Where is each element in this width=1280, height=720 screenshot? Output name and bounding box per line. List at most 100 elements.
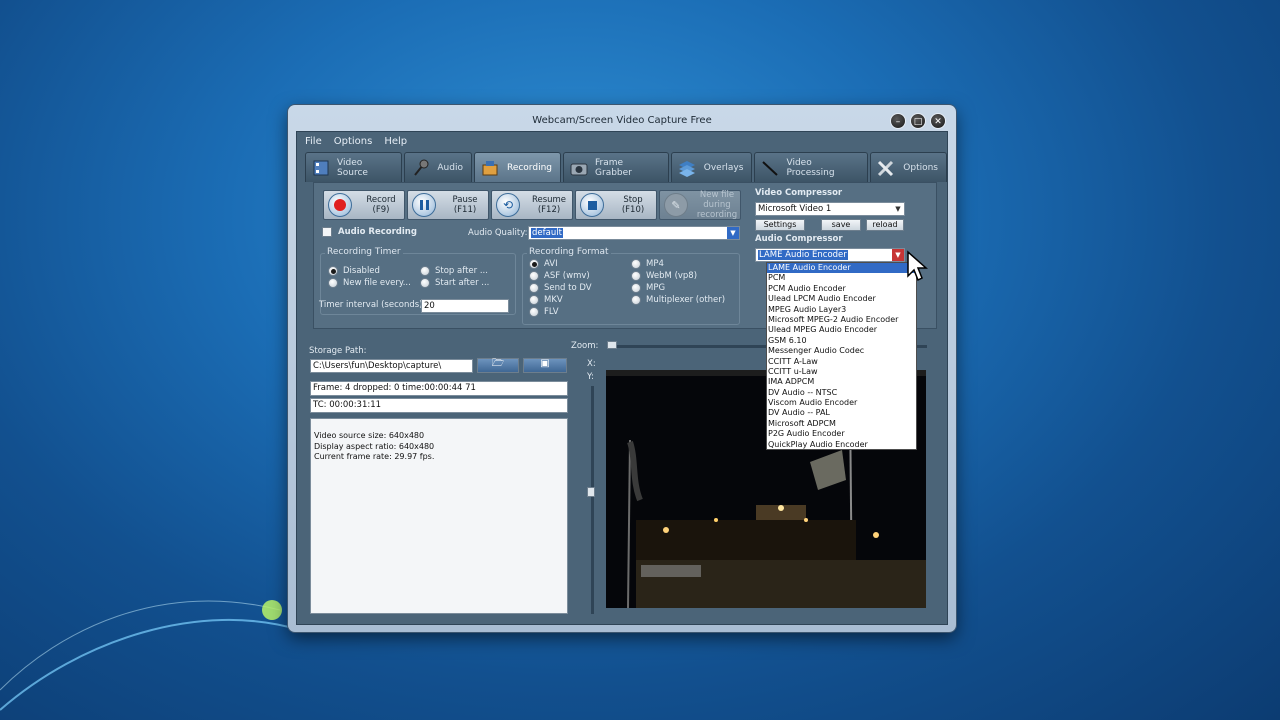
new-file-button[interactable]: ✎ New file during recording: [659, 190, 741, 220]
tab-frame-grabber[interactable]: Frame Grabber: [562, 152, 669, 182]
dropdown-option[interactable]: MPEG Audio Layer3: [767, 305, 916, 315]
maximize-icon[interactable]: □: [910, 113, 926, 129]
record-icon: [328, 193, 352, 217]
browse-folder-button[interactable]: 🗁: [477, 358, 519, 373]
info-line: Video source size: 640x480: [314, 431, 425, 440]
audio-quality-select[interactable]: default ▼: [528, 226, 740, 240]
new-file-label: New file during: [699, 190, 735, 210]
stop-icon: [580, 193, 604, 217]
resume-icon: ⟲: [496, 193, 520, 217]
chevron-down-icon[interactable]: ▼: [892, 203, 904, 215]
camera-icon: [568, 157, 589, 179]
stop-shortcut: (F10): [621, 205, 645, 215]
dropdown-option[interactable]: Microsoft MPEG-2 Audio Encoder: [767, 315, 916, 325]
compressor-settings-button[interactable]: Settings: [755, 219, 805, 231]
x-label: X:: [587, 359, 596, 369]
resume-button[interactable]: ⟲ Resume (F12): [491, 190, 573, 220]
radio-label: Multiplexer (other): [646, 295, 726, 305]
vertical-slider-handle[interactable]: [587, 487, 595, 497]
audio-compressor-select[interactable]: LAME Audio Encoder ▼: [755, 248, 905, 262]
tab-overlays[interactable]: Overlays: [670, 152, 753, 182]
dropdown-option[interactable]: P2G Audio Encoder: [767, 429, 916, 439]
tab-label: Video Processing: [786, 157, 835, 178]
pause-shortcut: (F11): [453, 205, 477, 215]
new-file-sublabel: recording: [696, 210, 738, 220]
format-multiplexer-radio[interactable]: Multiplexer (other): [631, 295, 725, 305]
close-icon[interactable]: ✕: [930, 113, 946, 129]
compressor-save-button[interactable]: save: [821, 219, 861, 231]
dropdown-option[interactable]: PCM: [767, 273, 916, 283]
timer-stop-after-radio[interactable]: Stop after ...: [420, 266, 488, 276]
timer-interval-label: Timer interval (seconds) :: [319, 300, 429, 310]
format-asf-radio[interactable]: ASF (wmv): [529, 271, 590, 281]
vertical-slider-track[interactable]: [591, 386, 594, 614]
chevron-down-icon[interactable]: ▼: [892, 249, 904, 261]
zoom-label: Zoom:: [571, 341, 599, 351]
tab-label: Recording: [506, 162, 552, 173]
tab-video-processing[interactable]: Video Processing: [754, 152, 869, 182]
dropdown-option[interactable]: Messenger Audio Codec: [767, 346, 916, 356]
open-folder-button[interactable]: ▣: [523, 358, 567, 373]
format-dv-radio[interactable]: Send to DV: [529, 283, 592, 293]
frame-status-field: Frame: 4 dropped: 0 time:00:00:44 71: [310, 381, 568, 396]
record-shortcut: (F9): [372, 205, 390, 215]
menu-help[interactable]: Help: [384, 136, 407, 150]
tab-audio[interactable]: Audio: [404, 152, 472, 182]
stop-button[interactable]: Stop (F10): [575, 190, 657, 220]
format-avi-radio[interactable]: AVI: [529, 259, 558, 269]
zoom-slider-handle[interactable]: [607, 341, 617, 349]
radio-label: WebM (vp8): [646, 271, 698, 281]
pause-button[interactable]: Pause (F11): [407, 190, 489, 220]
stop-label: Stop: [623, 195, 643, 205]
audio-recording-checkbox[interactable]: [322, 227, 332, 237]
dropdown-option[interactable]: PCM Audio Encoder: [767, 284, 916, 294]
radio-label: Disabled: [343, 266, 380, 276]
dropdown-option[interactable]: DV Audio -- PAL: [767, 408, 916, 418]
video-compressor-select[interactable]: Microsoft Video 1 ▼: [755, 202, 905, 216]
minimize-icon[interactable]: –: [890, 113, 906, 129]
dropdown-option[interactable]: GSM 6.10: [767, 336, 916, 346]
tools-icon: [875, 157, 897, 179]
dropdown-option[interactable]: CCITT A-Law: [767, 357, 916, 367]
timer-new-file-radio[interactable]: New file every...: [328, 278, 411, 288]
wand-icon: [759, 157, 780, 179]
format-mpg-radio[interactable]: MPG: [631, 283, 665, 293]
dropdown-option[interactable]: DV Audio -- NTSC: [767, 388, 916, 398]
info-line: Display aspect ratio: 640x480: [314, 441, 435, 451]
dropdown-option[interactable]: Ulead LPCM Audio Encoder: [767, 294, 916, 304]
format-flv-radio[interactable]: FLV: [529, 307, 559, 317]
chevron-down-icon[interactable]: ▼: [727, 227, 739, 239]
audio-quality-label: Audio Quality:: [468, 228, 528, 238]
format-mp4-radio[interactable]: MP4: [631, 259, 664, 269]
tab-label: Frame Grabber: [595, 157, 632, 178]
tab-options[interactable]: Options: [870, 152, 947, 182]
dropdown-option[interactable]: LAME Audio Encoder: [767, 263, 916, 274]
dropdown-option[interactable]: Ulead MPEG Audio Encoder: [767, 325, 916, 335]
storage-path-input[interactable]: C:\Users\fun\Desktop\capture\: [310, 359, 473, 373]
recorder-icon: [479, 157, 501, 179]
menu-options[interactable]: Options: [334, 136, 373, 150]
tab-label: Video Source: [337, 157, 368, 178]
radio-label: MP4: [646, 259, 664, 269]
dropdown-option[interactable]: CCITT u-Law: [767, 367, 916, 377]
window-title: Webcam/Screen Video Capture Free: [532, 115, 712, 126]
info-textbox: Video source size: 640x480 Display aspec…: [310, 418, 568, 614]
dropdown-option[interactable]: IMA ADPCM: [767, 377, 916, 387]
audio-compressor-dropdown[interactable]: LAME Audio Encoder PCM PCM Audio Encoder…: [766, 262, 917, 450]
recording-timer-group: Recording Timer Disabled Stop after ... …: [319, 247, 516, 315]
format-mkv-radio[interactable]: MKV: [529, 295, 563, 305]
pause-label: Pause: [452, 195, 478, 205]
recording-timer-title: Recording Timer: [325, 247, 403, 257]
timer-interval-input[interactable]: 20: [421, 299, 509, 313]
format-webm-radio[interactable]: WebM (vp8): [631, 271, 697, 281]
timer-start-after-radio[interactable]: Start after ...: [420, 278, 489, 288]
compressor-reload-button[interactable]: reload: [866, 219, 904, 231]
dropdown-option[interactable]: Microsoft ADPCM: [767, 419, 916, 429]
dropdown-option[interactable]: QuickPlay Audio Encoder: [767, 440, 916, 450]
dropdown-option[interactable]: Viscom Audio Encoder: [767, 398, 916, 408]
menu-file[interactable]: File: [305, 136, 322, 150]
record-button[interactable]: Record (F9): [323, 190, 405, 220]
timer-disabled-radio[interactable]: Disabled: [328, 266, 380, 276]
tab-recording[interactable]: Recording: [473, 152, 561, 182]
tab-video-source[interactable]: Video Source: [305, 152, 403, 182]
